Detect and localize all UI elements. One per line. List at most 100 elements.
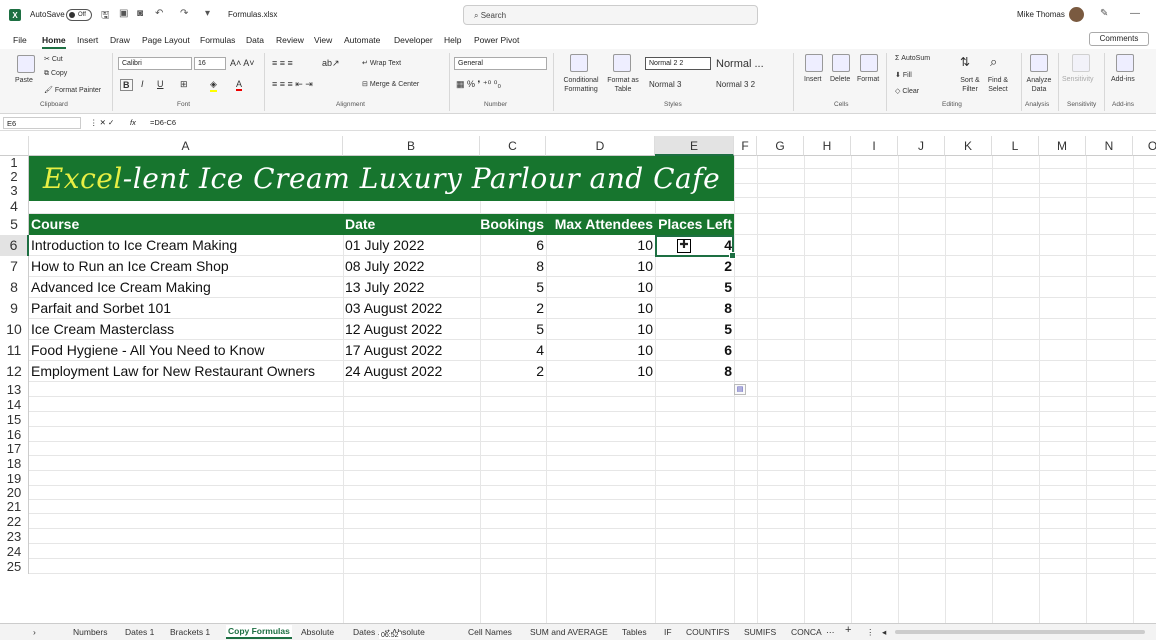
style-normal-3[interactable]: Normal 3 [649,80,681,89]
delete-cells-icon[interactable] [832,54,850,72]
sheet-tab-if[interactable]: IF [664,627,672,637]
column-header-j[interactable]: J [898,136,945,156]
camera-icon[interactable]: ◙ [137,8,143,19]
sheet-tab-dates-1[interactable]: Dates 1 [125,627,154,637]
cell-bookings[interactable]: 5 [480,277,544,298]
column-header-i[interactable]: I [851,136,898,156]
menu-automate[interactable]: Automate [344,35,380,45]
sheet-tab-sumifs[interactable]: SUMIFS [744,627,776,637]
cell-date[interactable]: 12 August 2022 [345,319,478,340]
sheet-tab-cell-names[interactable]: Cell Names [468,627,512,637]
wrap-text-button[interactable]: ↵ Wrap Text [362,59,401,67]
cell-max-attendees[interactable]: 10 [546,298,653,319]
horizontal-scrollbar[interactable] [895,630,1145,634]
add-ins-button[interactable]: Add-ins [1111,76,1135,83]
row-header-3[interactable]: 3 [0,184,29,198]
cell-course[interactable]: Ice Cream Masterclass [31,319,341,340]
format-as-table-icon[interactable] [613,54,631,72]
sheet-tab-countifs[interactable]: COUNTIFS [686,627,729,637]
header-bookings[interactable]: Bookings [480,214,544,235]
row-header-8[interactable]: 8 [0,277,29,298]
row-header-4[interactable]: 4 [0,198,29,214]
row-header-13[interactable]: 13 [0,382,29,397]
menu-formulas[interactable]: Formulas [200,35,235,45]
analyze-data-button[interactable]: Analyze Data [1024,76,1054,94]
row-header-15[interactable]: 15 [0,412,29,427]
name-box[interactable]: E6 [3,117,81,129]
column-header-m[interactable]: M [1039,136,1086,156]
selected-cell-e6[interactable] [655,235,736,259]
tab-scroll-right-icon[interactable]: › [33,627,36,637]
formula-input[interactable]: =D6-C6 [150,118,176,127]
cell-places-left[interactable]: 8 [655,298,732,319]
fill-color-icon[interactable]: ◈ [210,79,217,92]
header-max-attendees[interactable]: Max Attendees [546,214,653,235]
row-header-9[interactable]: 9 [0,298,29,319]
font-size-select[interactable]: 16 [194,57,226,70]
sheet-tab-tables[interactable]: Tables [622,627,647,637]
formula-controls-icon[interactable]: ⋮ ✕ ✓ [90,118,114,127]
autosave-toggle[interactable]: Off [66,9,92,21]
column-header-g[interactable]: G [757,136,804,156]
avatar[interactable] [1069,7,1084,22]
row-header-21[interactable]: 21 [0,500,29,514]
save-icon[interactable]: 🖫 [101,8,110,25]
cell-date[interactable]: 01 July 2022 [345,235,478,256]
format-cells-button[interactable]: Format [857,76,879,83]
cell-date[interactable]: 08 July 2022 [345,256,478,277]
font-name-select[interactable]: Calibri [118,57,192,70]
column-header-c[interactable]: C [480,136,546,156]
sheet-tab-sum-and-average[interactable]: SUM and AVERAGE [530,627,608,637]
sheet-tab-absolute[interactable]: Absolute [301,627,334,637]
fx-icon[interactable]: fx [130,118,136,127]
insert-cells-button[interactable]: Insert [804,76,822,83]
menu-page-layout[interactable]: Page Layout [142,35,190,45]
cell-max-attendees[interactable]: 10 [546,256,653,277]
more-tabs-icon[interactable]: ⋯ [826,627,835,638]
header-course[interactable]: Course [31,214,79,235]
menu-help[interactable]: Help [444,35,461,45]
sort-filter-button[interactable]: Sort & Filter [955,76,985,94]
select-all-corner[interactable] [0,136,29,156]
cell-date[interactable]: 24 August 2022 [345,361,478,382]
cell-max-attendees[interactable]: 10 [546,319,653,340]
cell-max-attendees[interactable]: 10 [546,235,653,256]
underline-button[interactable]: U [157,79,164,89]
menu-home[interactable]: Home [42,35,66,49]
cell-bookings[interactable]: 4 [480,340,544,361]
cell-max-attendees[interactable]: 10 [546,340,653,361]
format-cells-icon[interactable] [860,54,878,72]
currency-icon[interactable]: ▦ % ❜ ⁺⁰ ⁰₀ [456,79,501,90]
row-header-14[interactable]: 14 [0,397,29,412]
header-date[interactable]: Date [345,214,375,235]
row-header-22[interactable]: 22 [0,514,29,529]
number-format-select[interactable]: General [454,57,547,70]
cell-bookings[interactable]: 8 [480,256,544,277]
cell-bookings[interactable]: 5 [480,319,544,340]
form-icon[interactable]: ▣ [119,8,128,19]
cell-places-left[interactable]: 5 [655,319,732,340]
row-header-10[interactable]: 10 [0,319,29,340]
add-ins-icon[interactable] [1116,54,1134,72]
conditional-formatting-icon[interactable] [570,54,588,72]
delete-cells-button[interactable]: Delete [830,76,850,83]
cell-date[interactable]: 03 August 2022 [345,298,478,319]
column-header-l[interactable]: L [992,136,1039,156]
cell-max-attendees[interactable]: 10 [546,277,653,298]
font-color-icon[interactable]: A [236,79,243,91]
cell-date[interactable]: 17 August 2022 [345,340,478,361]
cell-places-left[interactable]: 5 [655,277,732,298]
column-header-a[interactable]: A [29,136,343,156]
cell-course[interactable]: Parfait and Sorbet 101 [31,298,341,319]
cell-course[interactable]: Introduction to Ice Cream Making [31,235,341,256]
menu-draw[interactable]: Draw [110,35,130,45]
menu-developer[interactable]: Developer [394,35,433,45]
cell-course[interactable]: Advanced Ice Cream Making [31,277,341,298]
add-sheet-icon[interactable]: + [845,624,851,636]
style-normal-2-2[interactable]: Normal 2 2 [645,57,711,70]
grow-font-icon[interactable]: A˄ A˅ [230,58,255,68]
row-header-24[interactable]: 24 [0,544,29,559]
column-header-b[interactable]: B [343,136,480,156]
column-header-n[interactable]: N [1086,136,1133,156]
sheet-tab-brackets-1[interactable]: Brackets 1 [170,627,210,637]
